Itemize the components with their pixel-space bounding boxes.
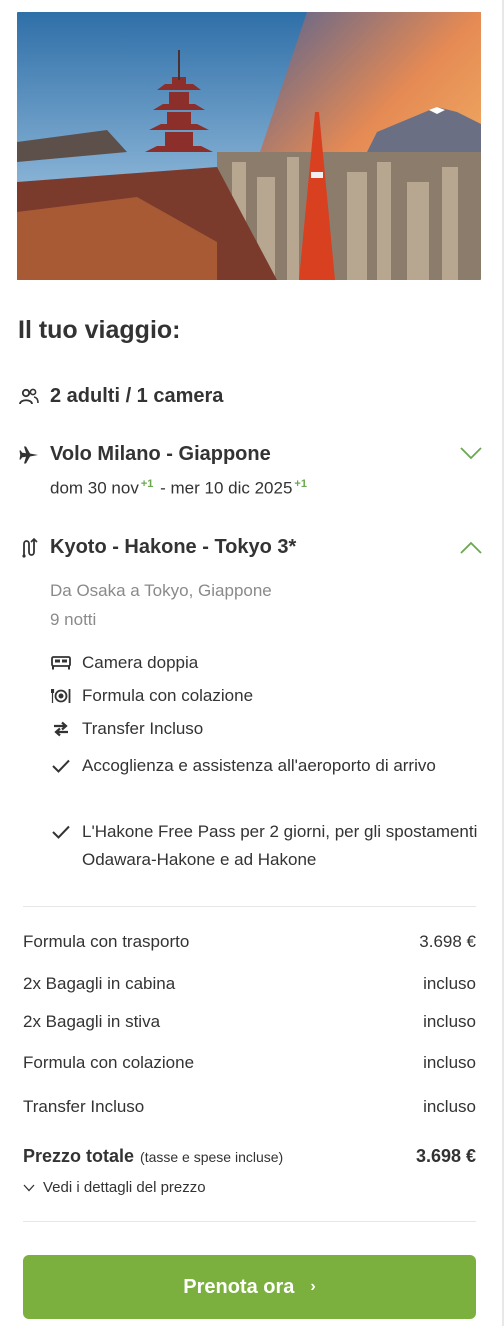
- feature-transfer-text: Transfer Incluso: [82, 719, 204, 738]
- price-row: Formula con trasporto 3.698 €: [23, 932, 476, 952]
- tour-title: Kyoto - Hakone - Tokyo 3*: [50, 536, 297, 558]
- price-row-value: 3.698 €: [419, 932, 476, 951]
- total-price-row: Prezzo totale (tasse e spese incluse) 3.6…: [23, 1146, 476, 1167]
- flight-chevron-down-icon[interactable]: [460, 446, 482, 465]
- price-row-label: Formula con colazione: [23, 1053, 195, 1072]
- travellers-text: 2 adulti / 1 camera: [50, 385, 224, 407]
- total-price-value: 3.698 €: [415, 1146, 476, 1166]
- check-icon: [50, 752, 72, 780]
- bed-icon: [50, 649, 72, 677]
- price-details-label: Vedi i dettagli del prezzo: [43, 1179, 206, 1196]
- feature-welcome-text: Accoglienza e assistenza all'aeroporto d…: [82, 756, 436, 775]
- flight-title: Volo Milano - Giappone: [50, 443, 271, 465]
- flight-header[interactable]: Volo Milano - Giappone: [18, 443, 271, 466]
- departure-date: dom 30 nov: [50, 478, 139, 498]
- price-row: Formula con colazione incluso: [23, 1053, 476, 1073]
- chevron-down-icon: [23, 1184, 35, 1192]
- price-row: Transfer Incluso incluso: [23, 1097, 476, 1117]
- book-now-button[interactable]: Prenota ora ›: [23, 1255, 476, 1319]
- feature-hakone-pass-text: L'Hakone Free Pass per 2 giorni, per gli…: [82, 822, 478, 869]
- tour-header[interactable]: Kyoto - Hakone - Tokyo 3*: [18, 536, 296, 559]
- price-details-link[interactable]: Vedi i dettagli del prezzo: [23, 1179, 206, 1196]
- return-day-offset: +1: [294, 478, 307, 490]
- price-row-value: incluso: [423, 1097, 476, 1116]
- meal-icon: [50, 682, 72, 710]
- price-row-label: 2x Bagagli in cabina: [23, 974, 176, 993]
- airplane-icon: [18, 445, 40, 465]
- book-now-label: Prenota ora: [183, 1275, 295, 1298]
- date-separator: -: [155, 478, 171, 498]
- people-icon: [18, 388, 40, 406]
- feature-meal-text: Formula con colazione: [82, 686, 254, 705]
- tour-chevron-up-icon[interactable]: [460, 541, 482, 560]
- feature-meal: Formula con colazione: [50, 682, 482, 710]
- feature-transfer: Transfer Incluso: [50, 715, 482, 743]
- feature-room: Camera doppia: [50, 649, 482, 677]
- price-row-label: 2x Bagagli in stiva: [23, 1012, 161, 1031]
- feature-room-text: Camera doppia: [82, 653, 199, 672]
- tour-location: Da Osaka a Tokyo, Giappone: [50, 581, 272, 600]
- trip-title: Il tuo viaggio:: [18, 316, 181, 344]
- chevron-right-icon: ›: [310, 1278, 316, 1295]
- price-row-value: incluso: [423, 974, 476, 993]
- divider: [23, 906, 476, 907]
- return-date: mer 10 dic 2025: [170, 478, 293, 498]
- divider: [23, 1221, 476, 1222]
- departure-day-offset: +1: [140, 478, 154, 490]
- total-price-label: Prezzo totale: [23, 1146, 135, 1166]
- tour-nights: 9 notti: [50, 610, 97, 629]
- price-row-value: incluso: [423, 1012, 476, 1031]
- price-row-label: Formula con trasporto: [23, 932, 190, 951]
- feature-hakone-pass: L'Hakone Free Pass per 2 giorni, per gli…: [50, 818, 482, 874]
- total-price-note: (tasse e spese incluse): [140, 1149, 284, 1165]
- check-icon: [50, 818, 72, 846]
- transfer-icon: [50, 715, 72, 743]
- price-row-value: incluso: [423, 1053, 476, 1072]
- feature-welcome: Accoglienza e assistenza all'aeroporto d…: [50, 752, 482, 780]
- total-price-label-group: Prezzo totale (tasse e spese incluse): [23, 1146, 283, 1167]
- price-row-label: Transfer Incluso: [23, 1097, 145, 1116]
- travellers-row: 2 adulti / 1 camera: [18, 385, 223, 408]
- price-row: 2x Bagagli in cabina incluso: [23, 974, 476, 994]
- destination-hero-image: [17, 12, 481, 280]
- flight-dates: dom 30 nov +1 - mer 10 dic 2025 +1: [50, 478, 309, 499]
- route-icon: [18, 537, 40, 558]
- price-row: 2x Bagagli in stiva incluso: [23, 1012, 476, 1032]
